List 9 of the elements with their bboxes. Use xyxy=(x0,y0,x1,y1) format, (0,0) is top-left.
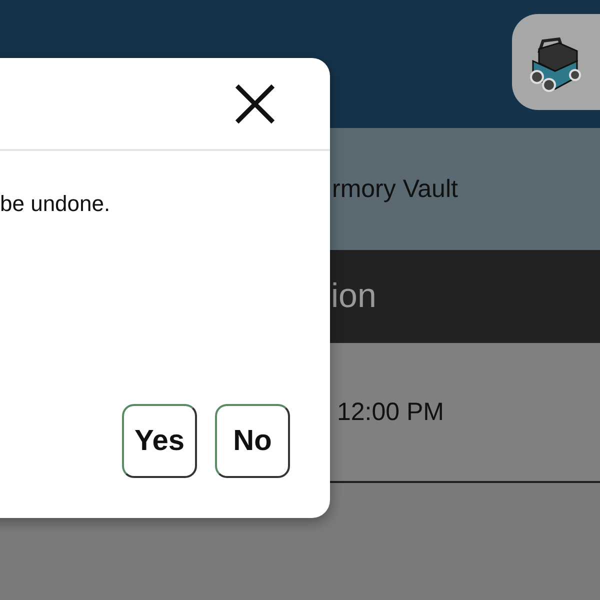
dialog-message: be undone. xyxy=(0,191,112,217)
profile-button[interactable] xyxy=(512,14,600,110)
location-text: rmory Vault xyxy=(332,174,458,204)
close-icon xyxy=(234,82,276,124)
close-button[interactable] xyxy=(234,82,276,124)
no-button[interactable]: No xyxy=(215,404,290,478)
time-text: 12:00 PM xyxy=(337,398,444,426)
yes-button[interactable]: Yes xyxy=(122,404,197,478)
section-heading: ion xyxy=(331,277,376,316)
